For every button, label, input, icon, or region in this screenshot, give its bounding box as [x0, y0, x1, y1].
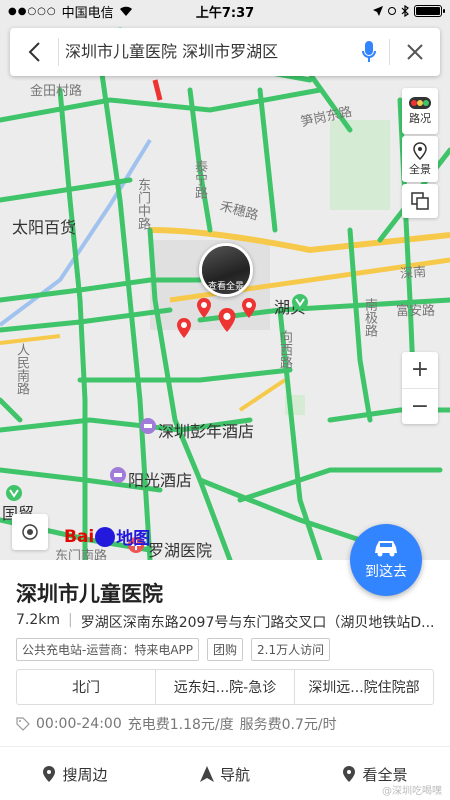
- search-input[interactable]: 深圳市儿童医院 深圳市罗湖区: [58, 38, 349, 66]
- zoom-out-button[interactable]: −: [402, 387, 438, 425]
- metro-icon: [292, 294, 308, 310]
- divider: [0, 746, 450, 747]
- panorama-pin-icon: [343, 766, 356, 782]
- location-pin-icon: [43, 766, 56, 782]
- panorama-toggle[interactable]: 全景: [402, 136, 438, 182]
- map-label: 罗湖医院: [148, 541, 213, 560]
- close-button[interactable]: [390, 28, 440, 76]
- map-label: 富安路: [396, 304, 436, 319]
- entrance-item[interactable]: 深圳远...院住院部: [294, 670, 433, 704]
- entrance-item[interactable]: 远东妇...院-急诊: [155, 670, 294, 704]
- panorama-thumbnail[interactable]: 查看全景: [199, 243, 253, 297]
- map-label: 阳光酒店: [128, 471, 193, 490]
- poi-pin-icon[interactable]: [196, 298, 212, 318]
- layers-button[interactable]: [402, 184, 438, 218]
- chevron-left-icon: [28, 42, 40, 62]
- hotel-icon: [140, 418, 156, 434]
- tag: 2.1万人访问: [251, 638, 331, 661]
- opening-hours: 00:00-24:00: [36, 716, 122, 732]
- selected-pin-icon[interactable]: [217, 308, 237, 332]
- voice-search-button[interactable]: [349, 28, 389, 76]
- tag: 团购: [207, 638, 244, 661]
- baidu-logo: Bai 地图: [64, 526, 151, 549]
- crosshair-icon: [22, 524, 38, 540]
- search-bar: 深圳市儿童医院 深圳市罗湖区: [10, 28, 440, 76]
- map-label: 金田村路: [30, 84, 83, 99]
- place-title: 深圳市儿童医院: [16, 582, 163, 606]
- address: 罗湖区深南东路2097号与东门路交叉口（湖贝地铁站D...: [80, 615, 435, 631]
- map-label: 向西路: [277, 330, 292, 369]
- traffic-label: 路况: [409, 111, 431, 125]
- tag-icon: [16, 717, 30, 731]
- baidu-paw-icon: [95, 526, 116, 547]
- watermark: @深圳吃喝嘿: [382, 786, 442, 797]
- locate-button[interactable]: [12, 514, 48, 550]
- battery-icon: [414, 5, 445, 17]
- signal-icon: ●●○○○: [8, 5, 57, 17]
- address-row: 7.2km | 罗湖区深南东路2097号与东门路交叉口（湖贝地铁站D...: [16, 612, 435, 631]
- navigation-arrow-icon: [199, 766, 214, 782]
- map-label: 太阳百货: [12, 218, 77, 237]
- entrance-item[interactable]: 北门: [17, 670, 155, 704]
- clock: 上午7:37: [195, 5, 255, 21]
- poi-pin-icon[interactable]: [241, 298, 257, 318]
- service-fee: 服务费0.7元/时: [239, 717, 337, 733]
- wifi-icon: [119, 6, 132, 16]
- alarm-icon: [388, 7, 396, 15]
- location-arrow-icon: [373, 6, 383, 16]
- distance: 7.2km: [16, 612, 61, 628]
- search-nearby-button[interactable]: 搜周边: [0, 752, 150, 796]
- zoom-in-button[interactable]: +: [402, 352, 438, 388]
- map-view[interactable]: 金田村路 太阳百货 泰宁路 笋岗东路 禾穗路 东门中路 湖贝 富安路 南极路 向…: [0, 0, 450, 560]
- close-icon: [407, 44, 423, 60]
- map-label: 人民南路: [14, 343, 29, 395]
- traffic-toggle[interactable]: 路况: [402, 88, 438, 134]
- entrance-list: 北门 远东妇...院-急诊 深圳远...院住院部: [16, 669, 434, 705]
- panorama-pin-icon: [413, 141, 427, 160]
- metro-icon: [6, 485, 22, 501]
- go-here-label: 到这去: [365, 564, 407, 580]
- charging-fee: 充电费1.18元/度: [127, 717, 234, 733]
- microphone-icon: [362, 41, 376, 62]
- back-button[interactable]: [10, 28, 58, 76]
- map-label: 南极路: [362, 298, 377, 337]
- info-row: 00:00-24:00 充电费1.18元/度 服务费0.7元/时: [16, 714, 337, 734]
- navigate-button[interactable]: 导航: [150, 752, 300, 796]
- panorama-label: 全景: [409, 162, 431, 176]
- layers-icon: [411, 192, 429, 210]
- traffic-light-icon: [409, 96, 431, 109]
- status-bar: ●●○○○ 中国电信 上午7:37: [0, 0, 450, 22]
- map-label: 泰宁路: [192, 160, 207, 199]
- car-icon: [375, 541, 397, 557]
- tag-list: 公共充电站-运营商：特来电APP 团购 2.1万人访问: [16, 638, 331, 661]
- map-label: 东门中路: [135, 178, 150, 230]
- bluetooth-icon: [401, 5, 409, 17]
- hotel-icon: [110, 467, 126, 483]
- tag: 公共充电站-运营商：特来电APP: [16, 638, 200, 661]
- carrier-label: 中国电信: [61, 5, 114, 21]
- poi-pin-icon[interactable]: [176, 318, 192, 338]
- panorama-caption: 查看全景: [207, 282, 244, 292]
- go-here-button[interactable]: 到这去: [350, 524, 422, 596]
- map-label: 深圳彭年酒店: [158, 422, 255, 441]
- zoom-controls: + −: [402, 352, 438, 424]
- map-label: 深南: [399, 264, 427, 283]
